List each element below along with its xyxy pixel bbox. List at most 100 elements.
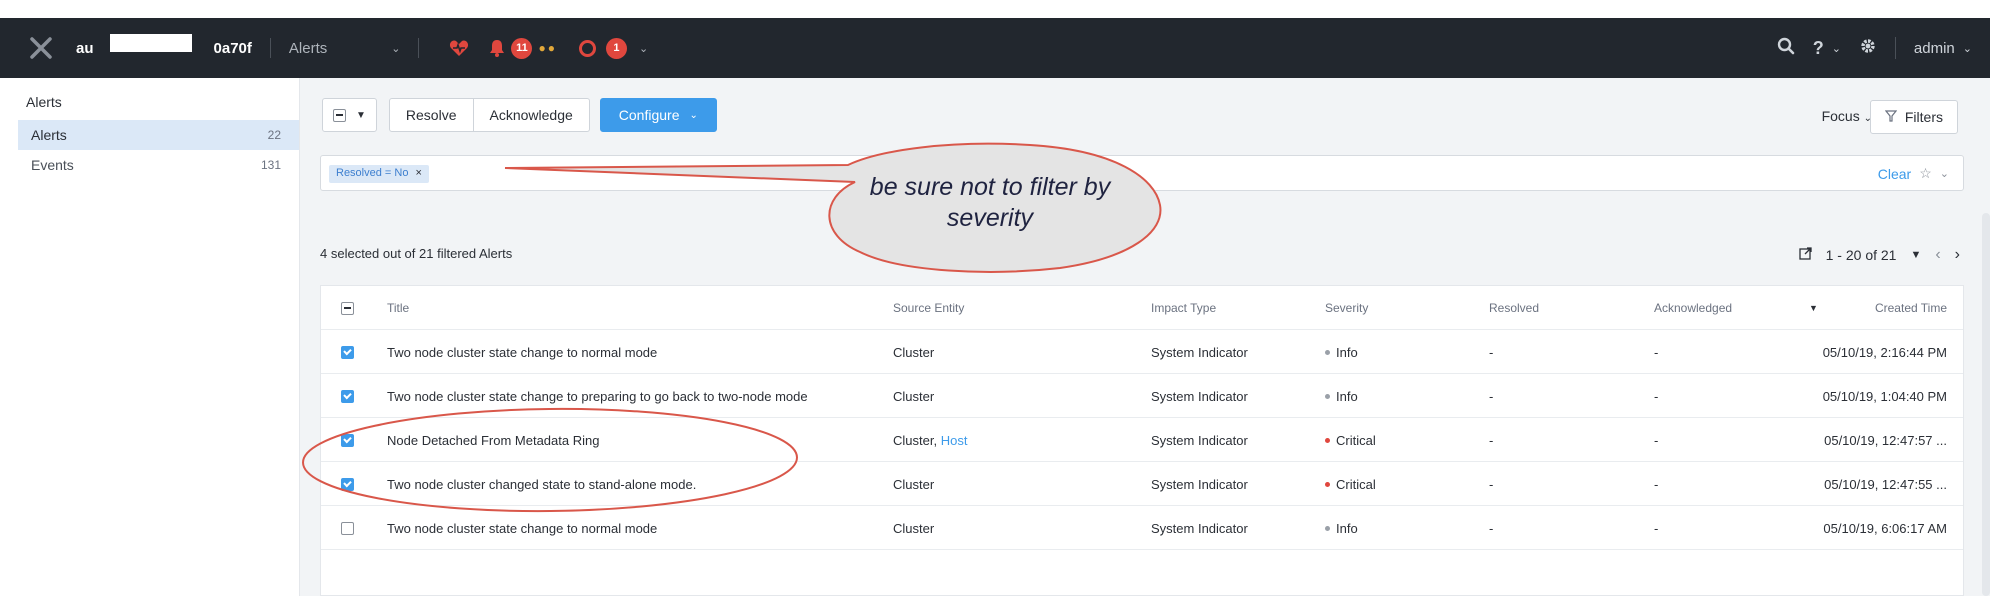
chevron-down-icon[interactable]: ▼ xyxy=(1910,249,1921,261)
action-button-group: Resolve Acknowledge xyxy=(388,98,590,132)
health-heart-icon[interactable] xyxy=(449,39,469,57)
row-checkbox[interactable] xyxy=(341,506,354,550)
row-checkbox[interactable] xyxy=(341,462,354,506)
checkbox-unchecked-icon xyxy=(341,521,354,535)
impact-type: System Indicator xyxy=(1151,520,1248,536)
filter-chip-resolved[interactable]: Resolved = No × xyxy=(329,165,429,183)
sort-descending-icon[interactable]: ▼ xyxy=(1809,286,1818,330)
cluster-name[interactable]: au 0a70f xyxy=(76,33,252,57)
chevron-down-icon[interactable]: ⌄ xyxy=(639,42,648,55)
alert-title[interactable]: Two node cluster state change to normal … xyxy=(387,506,657,550)
help-icon: ? xyxy=(1812,37,1824,58)
acknowledged-value: - xyxy=(1654,476,1659,492)
column-header-resolved[interactable]: Resolved xyxy=(1489,286,1539,330)
checkbox-checked-icon xyxy=(341,389,354,403)
configure-button[interactable]: Configure ⌄ xyxy=(599,98,717,132)
source-entity: Cluster, Host xyxy=(893,418,967,462)
action-toolbar: ▼ Resolve Acknowledge Configure ⌄ xyxy=(322,98,717,132)
severity: Info xyxy=(1325,374,1358,418)
filter-funnel-icon xyxy=(1884,109,1898,125)
severity-dot-icon xyxy=(1325,525,1330,531)
annotation-line-1: be sure not to filter by xyxy=(869,173,1111,201)
table-row[interactable]: Two node cluster state change to prepari… xyxy=(321,374,1963,418)
severity: Info xyxy=(1325,330,1358,374)
select-checkbox-icon xyxy=(333,108,346,122)
tasks-ring-icon[interactable] xyxy=(578,39,596,57)
alert-title[interactable]: Two node cluster state change to prepari… xyxy=(387,374,808,418)
nutanix-logo-icon[interactable] xyxy=(30,37,52,59)
resolved-value: - xyxy=(1489,432,1494,448)
filters-button[interactable]: Filters xyxy=(1869,100,1958,134)
alert-count-badge[interactable]: 11 xyxy=(511,37,533,59)
column-header-source-entity[interactable]: Source Entity xyxy=(893,286,964,330)
page-range[interactable]: 1 - 20 of 21 xyxy=(1826,247,1897,263)
checkbox-checked-icon xyxy=(341,477,354,491)
column-header-impact-type[interactable]: Impact Type xyxy=(1151,286,1216,330)
section-selector-label[interactable]: Alerts xyxy=(289,40,327,57)
resolved-value: - xyxy=(1489,344,1494,360)
previous-page-icon[interactable]: ‹ xyxy=(1935,246,1940,264)
clear-filter-link[interactable]: Clear xyxy=(1878,166,1911,182)
column-header-severity[interactable]: Severity xyxy=(1325,286,1368,330)
filter-bar[interactable]: Resolved = No × Clear ☆ ⌄ xyxy=(320,155,1964,191)
next-page-icon[interactable]: › xyxy=(1955,246,1960,264)
critical-count-badge[interactable]: 1 xyxy=(605,37,627,59)
acknowledge-button[interactable]: Acknowledge xyxy=(473,98,590,132)
source-entity-host-link[interactable]: Host xyxy=(941,433,968,448)
row-checkbox[interactable] xyxy=(341,330,354,374)
table-row[interactable]: Two node cluster changed state to stand-… xyxy=(321,462,1963,506)
impact-type: System Indicator xyxy=(1151,388,1248,404)
table-row[interactable]: Two node cluster state change to normal … xyxy=(321,506,1963,550)
bulk-select-dropdown[interactable]: ▼ xyxy=(322,98,377,132)
column-header-acknowledged[interactable]: Acknowledged xyxy=(1654,286,1732,330)
divider xyxy=(418,38,420,58)
severity-dot-icon xyxy=(1325,481,1330,487)
sidebar-item-alerts[interactable]: Alerts 22 xyxy=(18,120,299,150)
severity-dot-icon xyxy=(1325,349,1330,355)
annotation-line-2: severity xyxy=(946,204,1034,232)
impact-type: System Indicator xyxy=(1151,344,1248,360)
export-icon[interactable] xyxy=(1798,247,1812,263)
search-icon[interactable] xyxy=(1777,37,1795,59)
filter-clear-controls: Clear ☆ ⌄ xyxy=(1878,165,1949,182)
source-entity-text: Cluster, xyxy=(893,432,938,448)
source-entity: Cluster xyxy=(893,344,935,360)
resolved-value: - xyxy=(1489,520,1494,536)
column-header-created-time[interactable]: Created Time xyxy=(1841,286,1947,330)
table-row[interactable]: Node Detached From Metadata Ring Cluster… xyxy=(321,418,1963,462)
topbar-right-controls: ? ⌄ admin ⌄ xyxy=(1777,18,1972,78)
checkbox-checked-icon xyxy=(341,345,354,359)
row-checkbox[interactable] xyxy=(341,418,354,462)
sidebar-item-label: Alerts xyxy=(31,127,67,143)
alerts-bell-icon[interactable] xyxy=(489,39,505,57)
column-header-title[interactable]: Title xyxy=(387,286,409,330)
row-checkbox[interactable] xyxy=(341,374,354,418)
resolve-button[interactable]: Resolve xyxy=(388,98,474,132)
star-icon[interactable]: ☆ xyxy=(1919,165,1932,182)
selection-summary: 4 selected out of 21 filtered Alerts xyxy=(320,246,513,261)
chevron-down-icon[interactable]: ⌄ xyxy=(391,42,400,55)
help-menu[interactable]: ? ⌄ xyxy=(1813,38,1841,59)
user-menu[interactable]: admin ⌄ xyxy=(1914,40,1972,57)
cluster-name-start: au xyxy=(76,39,94,57)
more-dots-icon[interactable]: ●● xyxy=(538,41,557,55)
alert-title[interactable]: Two node cluster state change to normal … xyxy=(387,330,657,374)
severity-label: Info xyxy=(1336,388,1358,404)
sidebar-item-events[interactable]: Events 131 xyxy=(18,150,299,180)
alert-title[interactable]: Node Detached From Metadata Ring xyxy=(387,418,599,462)
severity-label: Info xyxy=(1336,344,1358,360)
select-all-checkbox[interactable] xyxy=(341,286,354,330)
sidebar: Alerts Alerts 22 Events 131 xyxy=(18,78,300,596)
vertical-scrollbar[interactable] xyxy=(1982,213,1990,596)
table-row[interactable]: Two node cluster state change to normal … xyxy=(321,330,1963,374)
gear-icon[interactable] xyxy=(1859,37,1877,59)
alert-title[interactable]: Two node cluster changed state to stand-… xyxy=(387,462,696,506)
cluster-name-end: 0a70f xyxy=(213,39,252,57)
acknowledged-value: - xyxy=(1654,520,1659,536)
divider xyxy=(269,38,271,58)
acknowledged-value: - xyxy=(1654,432,1659,448)
created-time: 05/10/19, 2:16:44 PM xyxy=(1822,344,1947,360)
close-icon[interactable]: × xyxy=(416,167,422,179)
chevron-down-icon[interactable]: ⌄ xyxy=(1940,167,1949,180)
focus-dropdown[interactable]: Focus ⌄ xyxy=(1822,108,1872,124)
